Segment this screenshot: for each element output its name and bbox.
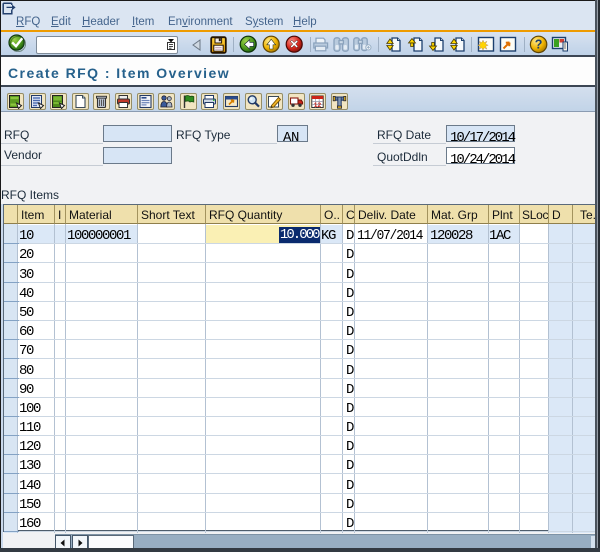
svg-text:?: ? [535,38,543,52]
svg-text:12: 12 [314,102,322,109]
